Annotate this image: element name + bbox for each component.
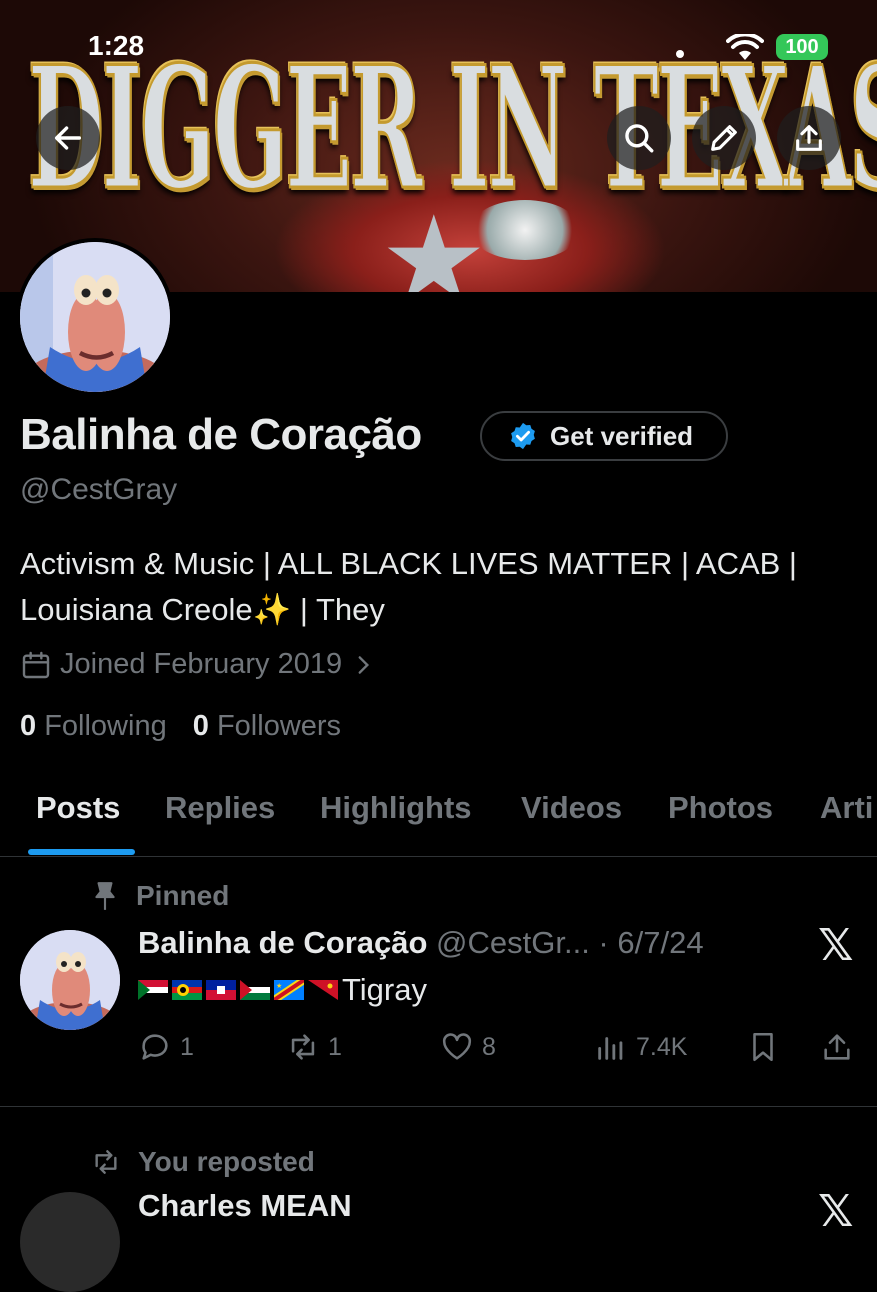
bookmark-button[interactable] — [746, 1030, 780, 1064]
profile-avatar[interactable] — [16, 238, 174, 396]
follow-stats: 0 Following 0 Followers — [20, 710, 341, 743]
following-link[interactable]: 0 Following — [20, 710, 167, 742]
tab-replies[interactable]: Replies — [165, 790, 275, 826]
bio-line-2: Louisiana Creole✨ | They — [20, 592, 385, 627]
followers-label: Followers — [216, 710, 342, 742]
like-count: 8 — [482, 1032, 496, 1061]
search-button[interactable] — [607, 106, 671, 170]
kanaky-flag-icon — [172, 980, 202, 1000]
share-icon — [824, 1034, 850, 1060]
reply-button[interactable]: 1 — [138, 1030, 194, 1064]
next-post-author[interactable]: Charles MEAN — [138, 1188, 352, 1224]
x-logo-icon: 𝕏 — [818, 921, 854, 970]
following-label: Following — [44, 710, 167, 742]
profile-bio: Activism & Music | ALL BLACK LIVES MATTE… — [20, 541, 860, 633]
tab-photos[interactable]: Photos — [668, 790, 773, 826]
followers-link[interactable]: 0 Followers — [193, 710, 341, 742]
profile-handle: @CestGray — [20, 473, 178, 506]
calendar-icon — [22, 651, 50, 678]
followers-count: 0 — [192, 710, 209, 742]
tab-articles[interactable]: Arti — [820, 790, 873, 826]
sudan-flag-icon — [138, 980, 168, 1000]
post-text-content: Tigray — [342, 972, 427, 1007]
active-tab-indicator — [28, 849, 135, 855]
search-icon — [625, 124, 654, 153]
repost-button[interactable]: 1 — [286, 1030, 342, 1064]
pinned-label: Pinned — [136, 880, 230, 911]
reply-icon — [142, 1034, 168, 1060]
post-author-name[interactable]: Balinha de Coração — [138, 925, 427, 960]
following-count: 0 — [20, 710, 37, 742]
x-logo-icon: 𝕏 — [818, 1187, 854, 1236]
chevron-right-icon — [358, 655, 370, 674]
get-verified-button[interactable]: Get verified — [480, 411, 728, 461]
pin-icon — [95, 882, 115, 910]
repost-label: You reposted — [138, 1146, 315, 1177]
haiti-flag-icon — [206, 980, 236, 1000]
profile-tabs: Posts Replies Highlights Videos Photos A… — [0, 760, 877, 857]
back-button[interactable] — [36, 106, 100, 170]
like-button[interactable]: 8 — [440, 1030, 496, 1064]
get-verified-label: Get verified — [550, 420, 694, 451]
post-header: Balinha de Coração @CestGr... · 6/7/24 — [138, 925, 704, 961]
back-arrow-icon — [54, 126, 82, 150]
pencil-icon — [711, 125, 737, 151]
next-post-avatar[interactable] — [20, 1192, 120, 1292]
avatar-image — [20, 242, 170, 392]
post-divider — [0, 1106, 877, 1107]
post-avatar-image — [20, 930, 120, 1030]
papua-new-guinea-flag-icon — [308, 980, 338, 1000]
status-dot — [676, 50, 684, 58]
heart-icon — [442, 1033, 472, 1060]
bio-line-1: Activism & Music | ALL BLACK LIVES MATTE… — [20, 546, 797, 581]
tab-highlights[interactable]: Highlights — [320, 790, 472, 826]
palestine-flag-icon — [240, 980, 270, 1000]
view-count: 7.4K — [636, 1032, 688, 1061]
joined-date-row[interactable]: Joined February 2019 — [20, 648, 376, 681]
tab-videos[interactable]: Videos — [521, 790, 622, 826]
tab-posts[interactable]: Posts — [36, 790, 120, 826]
repost-icon — [291, 1034, 315, 1060]
post-actions: 1 1 8 7.4K — [138, 1030, 858, 1070]
post-author-avatar[interactable] — [20, 930, 120, 1030]
dr-congo-flag-icon: ★ — [274, 980, 304, 1000]
profile-name: Balinha de Coração — [20, 410, 422, 459]
svg-text:★: ★ — [276, 982, 282, 990]
share-icon — [796, 125, 822, 151]
reply-count: 1 — [180, 1032, 194, 1061]
repost-icon — [95, 1150, 117, 1174]
repost-count: 1 — [328, 1032, 342, 1061]
post-meta: @CestGr... · 6/7/24 — [436, 925, 704, 960]
wifi-icon — [726, 34, 764, 60]
edit-button[interactable] — [692, 106, 756, 170]
repost-indicator: You reposted — [90, 1146, 315, 1178]
status-time: 1:28 — [88, 30, 145, 61]
views-button[interactable]: 7.4K — [594, 1030, 687, 1064]
share-button[interactable] — [777, 106, 841, 170]
post-text: ★ Tigray — [138, 972, 427, 1008]
battery-indicator: 100 — [776, 34, 828, 60]
bookmark-icon — [753, 1032, 773, 1062]
pinned-indicator: Pinned — [92, 880, 229, 912]
joined-date: Joined February 2019 — [60, 648, 343, 680]
post-share-button[interactable] — [820, 1030, 854, 1064]
analytics-icon — [598, 1037, 623, 1060]
verified-badge-icon — [511, 422, 535, 450]
